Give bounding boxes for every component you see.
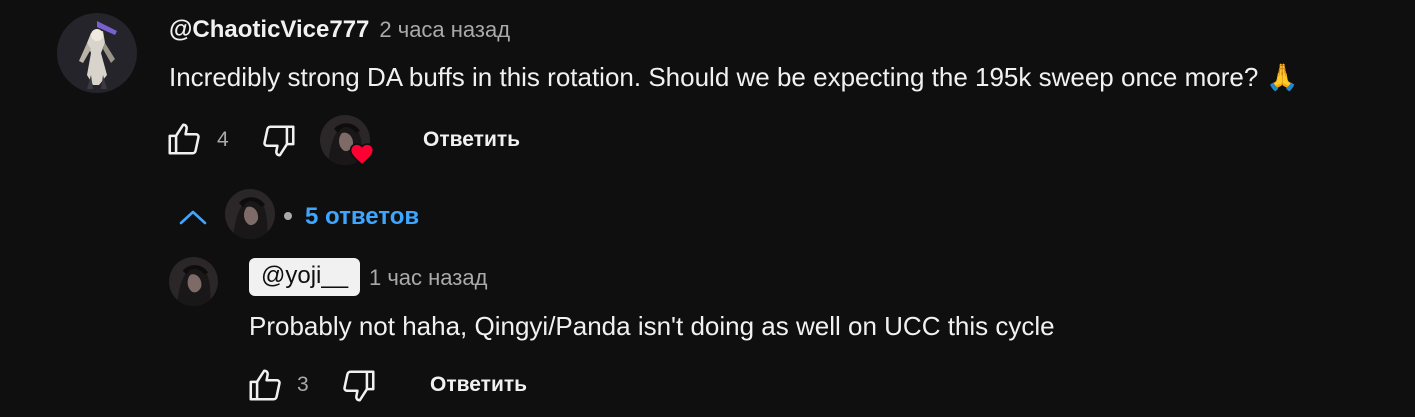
thumbs-down-icon	[263, 125, 295, 157]
commenter-avatar[interactable]	[57, 13, 137, 93]
comment-timestamp[interactable]: 2 часа назад	[379, 17, 510, 43]
reply-like-count: 3	[297, 373, 309, 396]
replier-avatar-preview	[225, 189, 275, 239]
reply-like-button[interactable]	[246, 366, 284, 404]
comment-header: @ChaoticVice777 2 часа назад	[169, 16, 510, 44]
thumbs-up-icon	[249, 369, 281, 401]
replies-toggle[interactable]: 5 ответов	[305, 203, 419, 231]
like-button[interactable]	[165, 120, 203, 158]
comment-thread: @ChaoticVice777 2 часа назад Incredibly …	[0, 0, 1415, 417]
comment-body: Incredibly strong DA buffs in this rotat…	[169, 62, 1259, 92]
comment-text: Incredibly strong DA buffs in this rotat…	[169, 62, 1299, 93]
reply-author-chip[interactable]: @yoji__	[249, 258, 361, 296]
thumbs-up-icon	[168, 123, 200, 155]
thumbs-down-icon	[343, 370, 375, 402]
chevron-up-icon[interactable]	[178, 207, 208, 227]
reply-timestamp[interactable]: 1 час назад	[369, 265, 487, 291]
like-count: 4	[217, 128, 229, 151]
reply-author-avatar[interactable]	[169, 257, 218, 306]
dislike-button[interactable]	[260, 122, 298, 160]
reply-button[interactable]: Ответить	[423, 128, 520, 152]
separator-dot	[284, 212, 292, 220]
creator-heart-badge	[320, 115, 376, 169]
reply-reply-button[interactable]: Ответить	[430, 373, 527, 397]
reply-text: Probably not haha, Qingyi/Panda isn't do…	[249, 311, 1055, 341]
reply-dislike-button[interactable]	[340, 367, 378, 405]
heart-icon	[349, 143, 375, 166]
comment-author[interactable]: @ChaoticVice777	[169, 16, 369, 44]
pray-emoji: 🙏	[1266, 62, 1299, 92]
